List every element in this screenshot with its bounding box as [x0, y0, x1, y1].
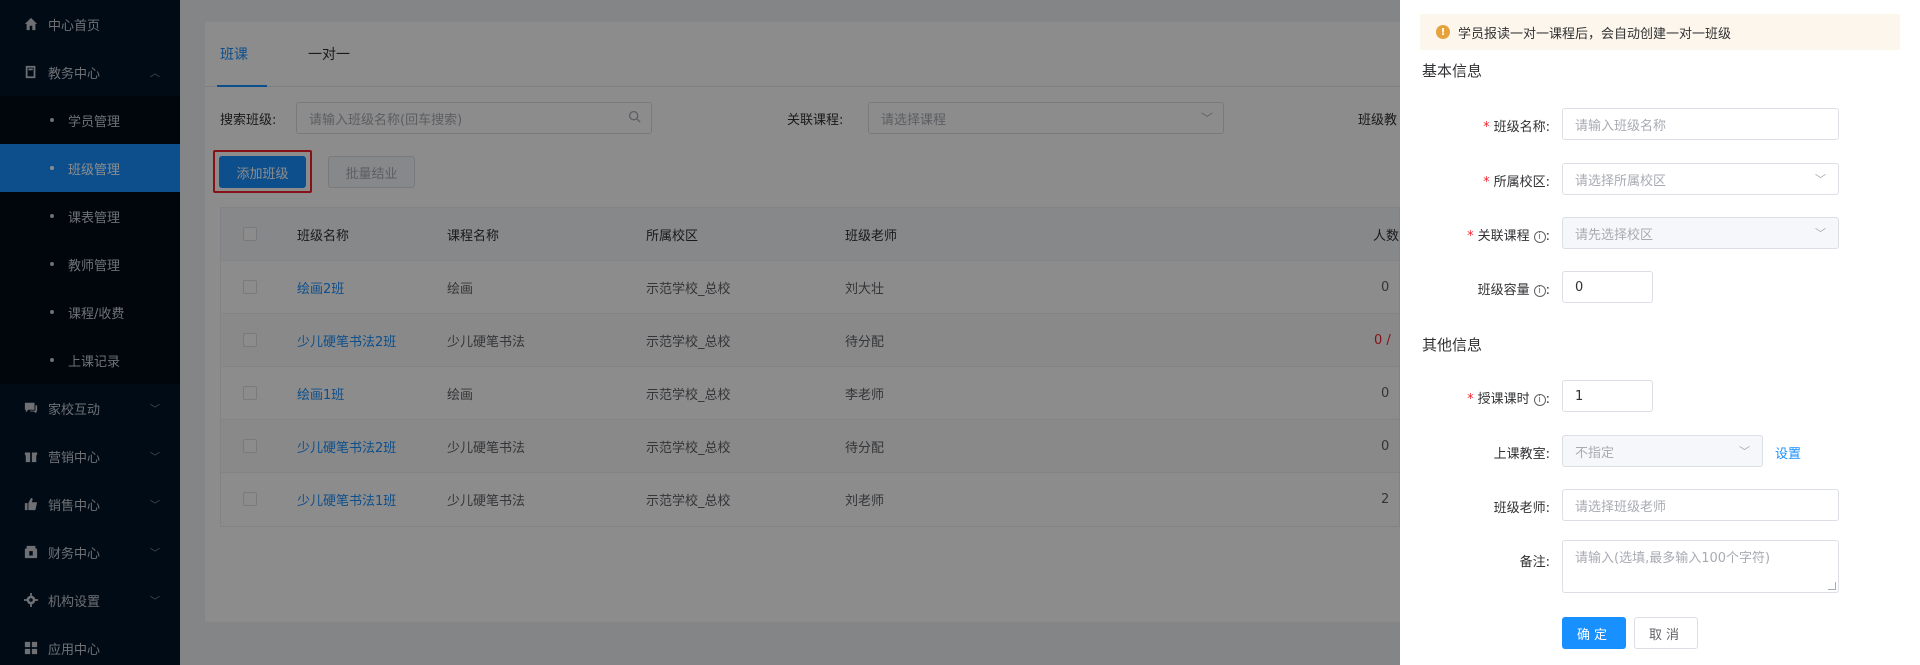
capacity-label: 班级容量 i:: [1477, 283, 1550, 298]
teacher-select[interactable]: 请选择班级老师: [1562, 489, 1839, 521]
notice-text: 学员报读一对一课程后，会自动创建一对一班级: [1458, 26, 1732, 42]
confirm-button[interactable]: 确定: [1562, 617, 1626, 649]
capacity-input[interactable]: 0: [1562, 271, 1653, 303]
add-class-drawer: ! 学员报读一对一课程后，会自动创建一对一班级 基本信息 * 班级名称: 请输入班…: [1400, 0, 1920, 665]
classroom-settings-link[interactable]: 设置: [1775, 443, 1801, 462]
info-icon[interactable]: i: [1533, 230, 1546, 243]
campus-label: * 所属校区:: [1400, 171, 1550, 190]
info-icon[interactable]: i: [1533, 393, 1546, 406]
class-name-input[interactable]: 请输入班级名称: [1562, 108, 1839, 140]
hours-label-text: 授课课时: [1477, 392, 1530, 407]
campus-label-text: 所属校区:: [1493, 175, 1550, 190]
remark-placeholder: 请输入(选填,最多输入100个字符): [1575, 551, 1771, 566]
hours-input[interactable]: 1: [1562, 380, 1653, 412]
chevron-down-icon: ﹀: [1815, 227, 1826, 240]
teacher-label: 班级老师:: [1493, 501, 1550, 516]
classroom-select[interactable]: 不指定 ﹀: [1562, 435, 1763, 467]
remark-label: 备注:: [1519, 555, 1550, 570]
classroom-label: 上课教室:: [1493, 447, 1550, 462]
info-icon[interactable]: i: [1533, 284, 1546, 297]
other-info-title: 其他信息: [1422, 336, 1483, 354]
course-select-drawer[interactable]: 请先选择校区 ﹀: [1562, 217, 1839, 249]
resize-handle-icon[interactable]: [1828, 582, 1836, 590]
hours-label: * 授课课时 i:: [1467, 392, 1550, 407]
modal-overlay[interactable]: [0, 0, 1400, 665]
capacity-label-text: 班级容量: [1477, 283, 1530, 298]
chevron-down-icon: ﹀: [1739, 445, 1750, 458]
warning-icon: !: [1436, 25, 1450, 39]
hours-value: 1: [1575, 388, 1584, 404]
capacity-value: 0: [1575, 279, 1584, 295]
chevron-down-icon: ﹀: [1815, 173, 1826, 186]
class-name-placeholder: 请输入班级名称: [1575, 118, 1667, 134]
cancel-button[interactable]: 取消: [1634, 617, 1698, 649]
campus-placeholder: 请选择所属校区: [1575, 173, 1667, 189]
basic-info-title: 基本信息: [1422, 62, 1483, 80]
class-name-label: * 班级名称:: [1400, 116, 1550, 135]
required-mark: *: [1483, 120, 1490, 135]
notice-bar: ! 学员报读一对一课程后，会自动创建一对一班级: [1420, 14, 1900, 50]
classroom-placeholder: 不指定: [1575, 445, 1615, 461]
required-mark: *: [1467, 392, 1474, 407]
class-name-label-text: 班级名称:: [1493, 120, 1550, 135]
course-label: * 关联课程 i:: [1467, 229, 1550, 244]
remark-textarea[interactable]: 请输入(选填,最多输入100个字符): [1562, 540, 1839, 593]
teacher-placeholder: 请选择班级老师: [1575, 499, 1667, 515]
course-placeholder: 请先选择校区: [1575, 227, 1654, 243]
required-mark: *: [1483, 175, 1490, 190]
course-label-text: 关联课程: [1477, 229, 1530, 244]
campus-select[interactable]: 请选择所属校区 ﹀: [1562, 163, 1839, 195]
required-mark: *: [1467, 229, 1474, 244]
